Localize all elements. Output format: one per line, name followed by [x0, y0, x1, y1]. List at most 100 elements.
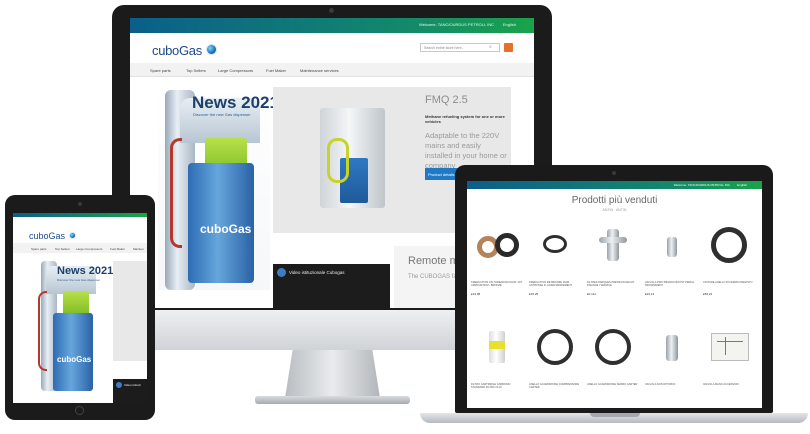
language-selector[interactable]: English	[503, 22, 516, 27]
cart-icon[interactable]	[504, 43, 513, 52]
imac-stand	[285, 350, 380, 398]
product-card[interactable]: FILTRO CARTRIDGE CARBONIO STANDARD FILTR…	[469, 321, 526, 407]
nav-item-spare-parts[interactable]: Spare parts	[150, 68, 171, 73]
product-image	[589, 327, 638, 367]
product-image	[589, 225, 638, 265]
laptop-notch	[590, 413, 640, 417]
product-image	[647, 225, 696, 265]
product-image	[705, 327, 754, 367]
gasket-ring-image	[595, 329, 631, 365]
logo-text: cuboGas	[152, 43, 202, 58]
laptop-screen: Welcome, TANCIOURDUS PETROLL INC English…	[467, 181, 762, 408]
tablet-camera-icon	[78, 202, 82, 206]
bestsellers-subheading: ANTIN · ANTIN	[602, 208, 627, 212]
product-name[interactable]: FILTRO CARTRIDGE CARBONIO STANDARD FILTR…	[471, 383, 525, 390]
retaining-ring-image	[711, 227, 747, 263]
product-name[interactable]: VALVOLA MANO ACCESSORI	[703, 383, 757, 386]
filter-image	[607, 229, 619, 261]
welcome-text: Welcome, TANCIOURDUS PETROLL INC	[419, 22, 494, 27]
tablet-hero-title: News 2021	[57, 265, 114, 277]
imac-foot	[255, 396, 410, 404]
tablet-video-title[interactable]: Video istituzi	[124, 383, 141, 387]
product-name[interactable]: VALVOLA PRIO BINARIO BOOST PERIAL RIFORN…	[645, 281, 699, 288]
nav-item-large-compressors[interactable]: Large Compressors	[218, 68, 253, 73]
tablet-channel-avatar	[116, 382, 122, 388]
product-image	[531, 327, 580, 367]
tablet-side-banner[interactable]	[113, 261, 147, 361]
nav-item-top-sellers[interactable]: Top Sellers	[186, 68, 206, 73]
valve-image	[667, 237, 677, 257]
product-price: £19,98	[471, 292, 481, 296]
tablet-logo[interactable]: cuboGas	[29, 226, 77, 244]
oring-image	[543, 235, 567, 253]
product-name[interactable]: VALVOLA NON RITORNO	[645, 383, 699, 386]
globe-icon	[206, 44, 218, 55]
tablet-nav: Spare parts Top Sellers Large Compressor…	[13, 243, 147, 253]
search-icon[interactable]: ⌕	[489, 44, 492, 50]
product-card[interactable]: VALVOLA MANO ACCESSORI	[701, 321, 758, 407]
product-price: £15,25	[529, 292, 539, 296]
main-nav: Spare parts Top Sellers Large Compressor…	[130, 63, 534, 77]
black-ring-image	[495, 233, 519, 257]
top-bar: Welcome, TANCIOURDUS PETROLL INC English	[130, 18, 534, 33]
nav-item-fuel-maker[interactable]: Fuel Maker	[266, 68, 286, 73]
product-name[interactable]: KREDUCTION ON THREADING DIAM. VAT. ARMOU…	[471, 281, 525, 288]
dispenser-hose	[170, 138, 182, 248]
tablet-nav-fuel-maker[interactable]: Fuel Maker	[110, 247, 125, 251]
hero-title: News 2021	[192, 93, 279, 112]
product-card[interactable]: VALVOLA NON RITORNO	[643, 321, 700, 407]
product-name[interactable]: FILTRES PARQUES PRESSION RECHT FINANCE /…	[587, 281, 641, 288]
check-valve-image	[666, 335, 678, 361]
site-logo[interactable]: cuboGas	[152, 42, 218, 60]
product-image	[473, 225, 522, 265]
product-card[interactable]: ANELLO GUARNIZIONE FERMO CARTER	[585, 321, 642, 407]
video-title[interactable]: Video istituzionale Cubogas	[289, 270, 344, 275]
channel-avatar	[277, 268, 286, 277]
laptop-camera-icon	[612, 171, 616, 175]
gasket-ring-image	[537, 329, 573, 365]
laptop-language[interactable]: English	[737, 183, 747, 187]
product-image	[473, 327, 522, 367]
product-price: £0,114	[587, 292, 596, 296]
fmq-description: Methane refueling system for one or more…	[425, 114, 505, 124]
product-card[interactable]: KREDUCTION ON THREADING DIAM. VAT. ARMOU…	[469, 219, 526, 305]
product-card[interactable]: VALVOLA PRIO BINARIO BOOST PERIAL RIFORN…	[643, 219, 700, 305]
camera-icon	[329, 8, 334, 13]
tablet-nav-maintenance[interactable]: Mainten	[133, 247, 144, 251]
fmq-title: FMQ 2.5	[425, 94, 468, 106]
tablet-hero-subtitle[interactable]: Discover the new Gas dispenser	[57, 278, 100, 282]
search-input[interactable]: Search entire store here...	[420, 43, 500, 52]
filter-arm-image	[599, 237, 627, 243]
laptop-welcome: Welcome, TANCIOURDUS PETROLL INC	[673, 183, 730, 187]
tablet-nav-large-compressors[interactable]: Large Compressors	[76, 247, 102, 251]
tablet-screen: cuboGas Spare parts Top Sellers Large Co…	[13, 213, 147, 403]
product-card[interactable]: CINTURE ANELLO DI FERMO PREVISTO £58,24	[701, 219, 758, 305]
dispenser-brand: cuboGas	[200, 222, 252, 236]
product-image	[647, 327, 696, 367]
product-card[interactable]: ANELLO GUARNIZIONE COMPRESSORE CARTER	[527, 321, 584, 407]
tablet-dispenser-hose	[38, 291, 47, 371]
cartridge-label-image	[489, 341, 505, 349]
schematic-line	[725, 337, 726, 355]
product-name[interactable]: ANELLO GUARNIZIONE FERMO CARTER	[587, 383, 641, 386]
tablet-nav-spare-parts[interactable]: Spare parts	[31, 247, 47, 251]
tablet-home-button[interactable]	[75, 406, 84, 415]
product-card[interactable]: KREDUCTION DE BRONZE DIAM. ANTRUSSE R. A…	[527, 219, 584, 305]
product-name[interactable]: CINTURE ANELLO DI FERMO PREVISTO	[703, 281, 757, 284]
product-price: £29,13	[645, 292, 655, 296]
laptop-topbar: Welcome, TANCIOURDUS PETROLL INC English	[467, 181, 762, 189]
nav-item-maintenance[interactable]: Maintenance services	[300, 68, 339, 73]
tablet-dispenser-body	[53, 313, 93, 391]
product-image	[531, 225, 580, 265]
schematic-line	[717, 341, 743, 342]
fmq-hose	[327, 138, 349, 183]
product-price: £58,24	[703, 292, 713, 296]
product-card[interactable]: FILTRES PARQUES PRESSION RECHT FINANCE /…	[585, 219, 642, 305]
tablet-nav-top-sellers[interactable]: Top Sellers	[55, 247, 70, 251]
hero-subtitle[interactable]: Discover the new Gas dispenser	[193, 112, 251, 117]
product-name[interactable]: ANELLO GUARNIZIONE COMPRESSORE CARTER	[529, 383, 583, 390]
globe-icon	[69, 232, 77, 239]
bestsellers-heading: Prodotti più venduti	[571, 195, 658, 206]
product-name[interactable]: KREDUCTION DE BRONZE DIAM. ANTRUSSE R. A…	[529, 281, 583, 288]
schematic-image	[711, 333, 749, 361]
